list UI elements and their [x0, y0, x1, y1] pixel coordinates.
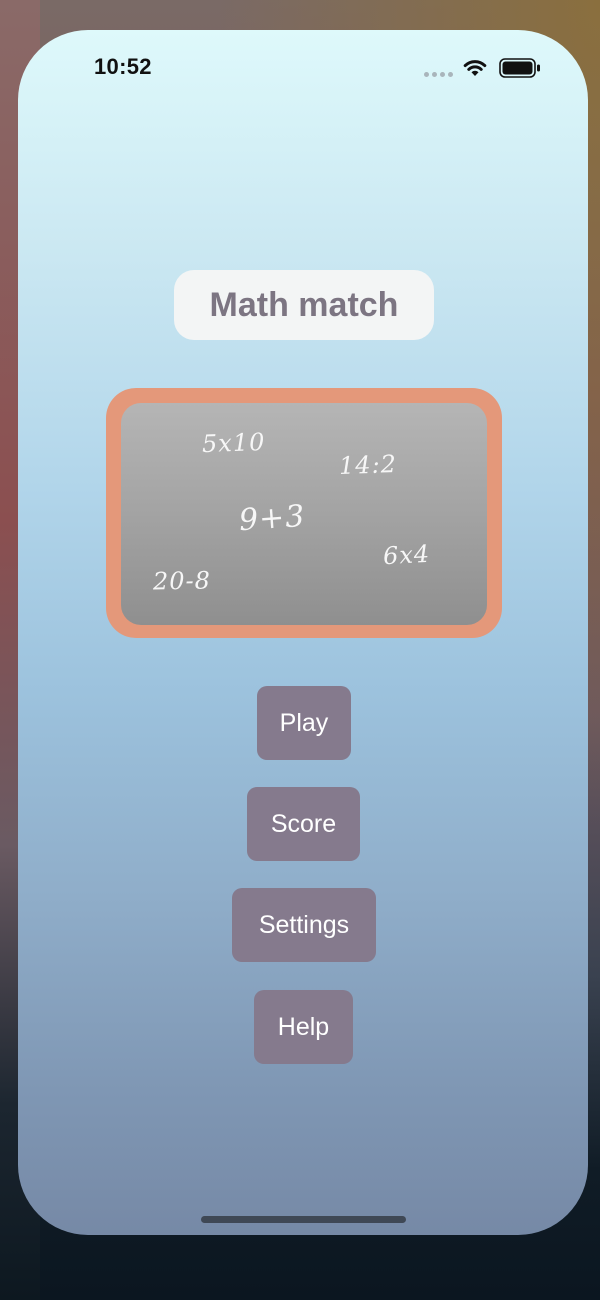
chalkboard-frame: 5x10 14:2 9+3 6x4 20-8 [106, 388, 502, 638]
help-button[interactable]: Help [254, 990, 353, 1064]
chalk-expression: 5x10 [201, 427, 266, 459]
settings-button[interactable]: Settings [232, 888, 376, 962]
chalk-expression: 9+3 [237, 498, 307, 539]
home-indicator[interactable] [201, 1216, 406, 1223]
app-title: Math match [174, 270, 434, 340]
play-button[interactable]: Play [257, 686, 351, 760]
battery-icon [499, 58, 540, 78]
chalk-expression: 6x4 [382, 539, 431, 571]
status-time: 10:52 [94, 54, 152, 79]
app-screen: 10:52 Math match 5x10 14:2 9+3 6x4 20-8 … [18, 30, 588, 1235]
wifi-icon [463, 60, 487, 76]
score-button[interactable]: Score [247, 787, 360, 861]
chalk-expression: 20-8 [152, 566, 212, 596]
app-title-text: Math match [209, 285, 399, 324]
signal-dots-icon [424, 72, 453, 77]
chalkboard: 5x10 14:2 9+3 6x4 20-8 [121, 403, 487, 625]
status-bar: 10:52 [18, 30, 588, 110]
chalk-expression: 14:2 [338, 449, 398, 481]
